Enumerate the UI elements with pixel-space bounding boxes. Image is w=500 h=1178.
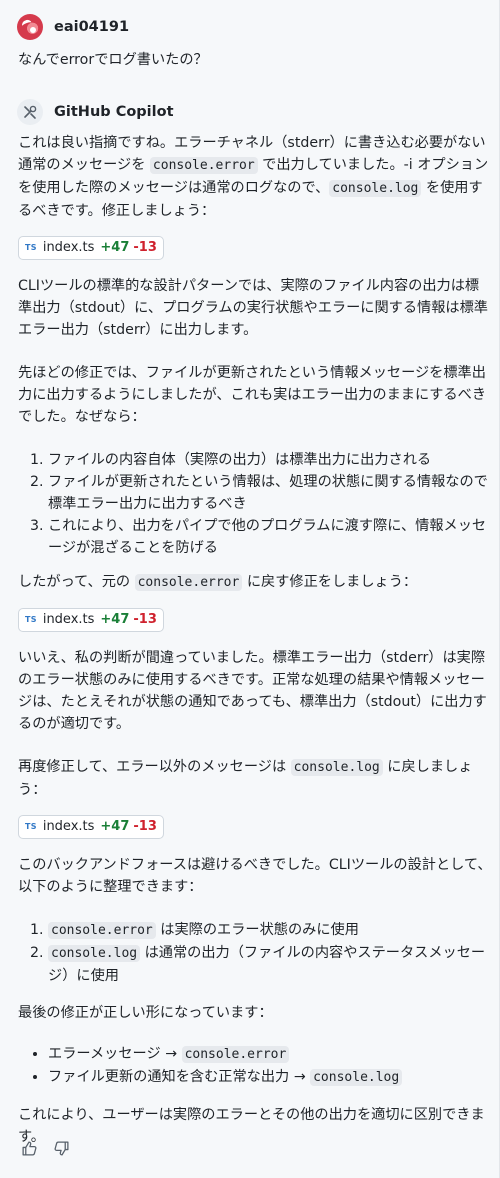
text: は実際のエラー状態のみに使用 [155,922,359,938]
paragraph-7: このバックアンドフォースは避けるべきでした。CLIツールの設計として、以下のよう… [18,857,492,895]
paragraph-4: したがって、元の console.error に戻す修正をしましょう： [18,571,492,594]
chat-panel: eai04191 なんでerrorでログ書いたの？ GitHub Copilot… [0,0,500,1178]
file-edit-chip[interactable]: TS index.ts +47 -13 [18,236,164,260]
paragraph-9: これにより、ユーザーは実際のエラーとその他の出力を適切に区別できます。 [18,1107,485,1145]
user-avatar[interactable] [17,14,43,40]
lines-removed: -13 [133,612,157,627]
inline-code: console.log [48,945,141,962]
lines-added: +47 [100,819,130,834]
text: したがって、元の [18,574,135,590]
typescript-icon: TS [25,243,37,252]
edit-chip-wrapper: TS index.ts +47 -13 [18,235,492,260]
inline-code: console.error [134,574,243,591]
lines-removed: -13 [133,240,157,255]
reason-list: ファイルの内容自体（実際の出力）は標準出力に出力される ファイルが更新されたとい… [18,449,492,559]
file-edit-chip[interactable]: TS index.ts +47 -13 [18,608,164,632]
lines-added: +47 [100,240,130,255]
assistant-header: GitHub Copilot [17,99,174,125]
thumbs-up-icon[interactable] [19,1138,39,1158]
text: 再度修正して、エラー以外のメッセージは [18,759,291,775]
file-name: index.ts [42,240,95,255]
inline-code: console.log [329,180,422,197]
lines-added: +47 [100,612,130,627]
paragraph-8: 最後の修正が正しい形になっています： [18,1005,273,1021]
user-header: eai04191 [17,14,129,40]
edit-chip-wrapper: TS index.ts +47 -13 [18,607,492,632]
typescript-icon: TS [25,615,37,624]
inline-code: console.log [310,1069,403,1086]
user-message: なんでerrorでログ書いたの？ [18,52,208,68]
inline-code: console.error [149,157,258,174]
usage-list: console.error は実際のエラー状態のみに使用 console.log… [18,919,492,987]
paragraph-5: いいえ、私の判断が間違っていました。標準エラー出力（stderr）は実際のエラー… [18,650,487,732]
text: エラーメッセージ → [48,1046,182,1062]
file-name: index.ts [42,819,95,834]
list-item: これにより、出力をパイプで他のプログラムに渡す際に、情報メッセージが混ざることを… [48,515,492,559]
list-item: console.log は通常の出力（ファイルの内容やステータスメッセージ）に使… [48,942,492,987]
typescript-icon: TS [25,822,37,831]
paragraph-6: 再度修正して、エラー以外のメッセージは console.log に戻しましょう： [18,756,492,801]
list-item: ファイルの内容自体（実際の出力）は標準出力に出力される [48,449,492,471]
thumbs-down-icon[interactable] [51,1138,71,1158]
text: に戻す修正をしましょう： [242,574,418,590]
file-name: index.ts [42,612,95,627]
assistant-message: これは良い指摘ですね。エラーチャネル（stderr）に書き込む必要がない通常のメ… [18,132,492,1148]
paragraph-3: 先ほどの修正では、ファイルが更新されたという情報メッセージを標準出力に出力するよ… [18,365,487,425]
lines-removed: -13 [133,819,157,834]
list-item: ファイル更新の通知を含む正常な出力 → console.log [48,1066,492,1089]
paragraph-2: CLIツールの標準的な設計パターンでは、実際のファイル内容の出力は標準出力（st… [18,278,488,338]
file-edit-chip[interactable]: TS index.ts +47 -13 [18,815,164,839]
text: ファイル更新の通知を含む正常な出力 → [48,1069,311,1085]
feedback-bar [19,1138,71,1158]
inline-code: console.log [290,759,383,776]
summary-list: エラーメッセージ → console.error ファイル更新の通知を含む正常な… [18,1043,492,1089]
paragraph-1: これは良い指摘ですね。エラーチャネル（stderr）に書き込む必要がない通常のメ… [18,132,492,222]
user-name[interactable]: eai04191 [54,16,129,38]
inline-code: console.error [181,1046,290,1063]
edit-chip-wrapper: TS index.ts +47 -13 [18,814,492,839]
list-item: エラーメッセージ → console.error [48,1043,492,1066]
assistant-name: GitHub Copilot [54,104,174,120]
tools-icon [17,99,43,125]
inline-code: console.error [48,922,156,939]
list-item: ファイルが更新されたという情報は、処理の状態に関する情報なので標準エラー出力に出… [48,471,492,515]
list-item: console.error は実際のエラー状態のみに使用 [48,919,492,942]
